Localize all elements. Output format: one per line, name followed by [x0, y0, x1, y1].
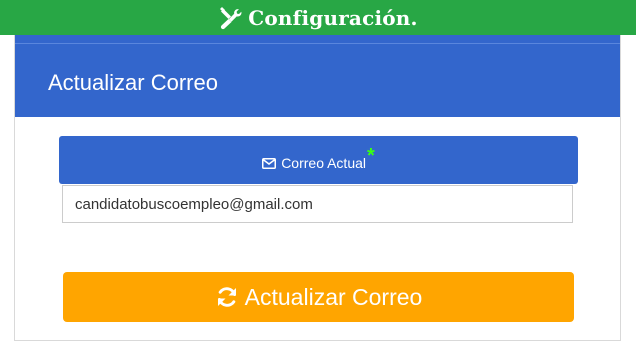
required-asterisk: *: [367, 144, 375, 167]
card-header: Actualizar Correo: [15, 35, 620, 117]
envelope-icon: [262, 157, 277, 169]
update-button-label: Actualizar Correo: [244, 283, 423, 310]
update-email-button[interactable]: Actualizar Correo: [63, 272, 574, 322]
top-banner: Configuración.: [0, 0, 636, 35]
email-label-text: Correo Actual: [281, 155, 367, 171]
page-title: Configuración.: [248, 5, 418, 30]
tools-icon: [220, 6, 242, 29]
refresh-icon: [217, 287, 236, 307]
card-title: Actualizar Correo: [48, 70, 218, 95]
header-divider: [15, 43, 620, 44]
current-email-label: Correo Actual *: [59, 136, 578, 184]
email-field[interactable]: [62, 185, 573, 223]
update-email-card: Actualizar Correo Correo Actual * Actual…: [14, 35, 621, 341]
